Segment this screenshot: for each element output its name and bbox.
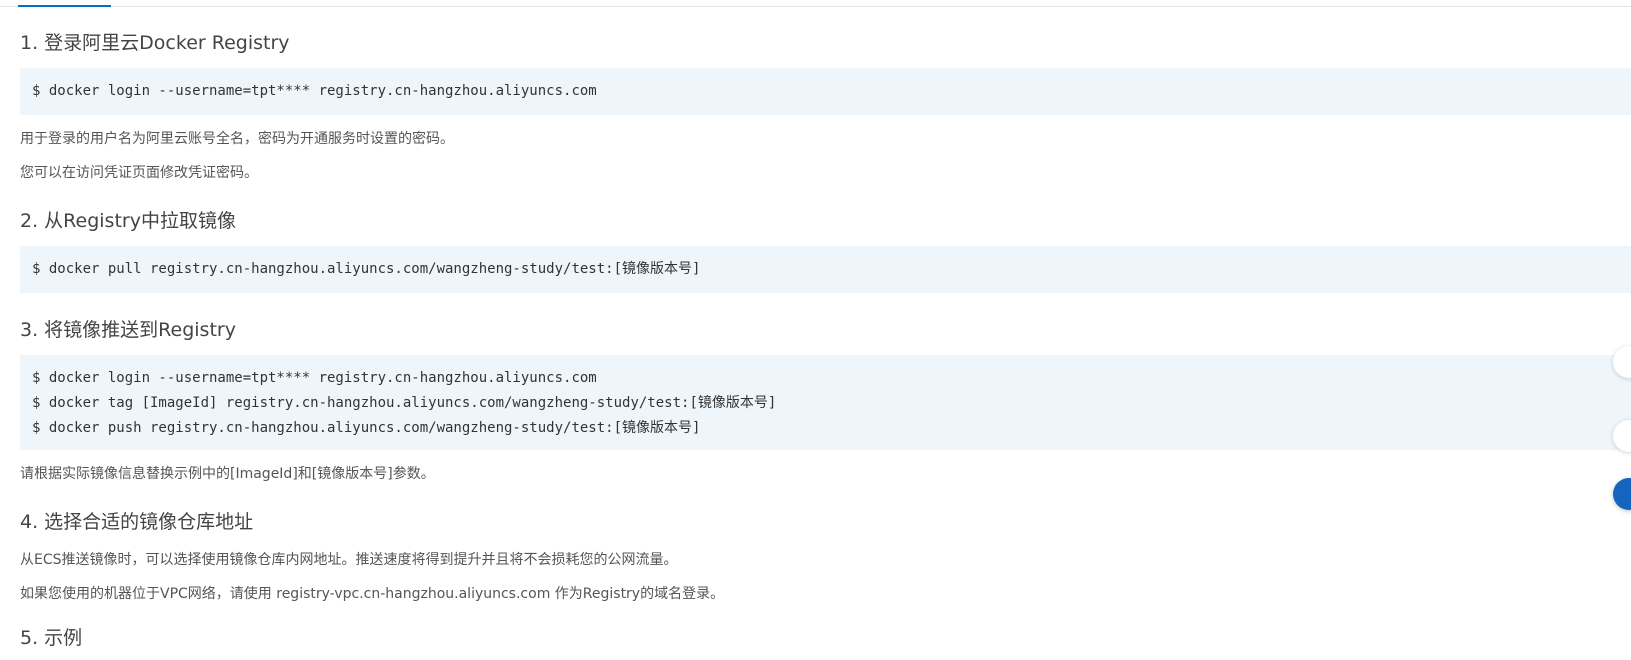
code-line: $ docker push registry.cn-hangzhou.aliyu… — [32, 420, 701, 436]
step-4-note: 从ECS推送镜像时，可以选择使用镜像仓库内网地址。推送速度将得到提升并且将不会损… — [20, 552, 678, 568]
step-2-heading: 2. 从Registry中拉取镜像 — [20, 210, 236, 232]
step-4-note: 如果您使用的机器位于VPC网络，请使用 registry-vpc.cn-hang… — [20, 586, 725, 602]
step-3-note: 请根据实际镜像信息替换示例中的[ImageId]和[镜像版本号]参数。 — [20, 466, 435, 482]
active-tab-indicator — [18, 5, 111, 7]
code-line: $ docker login --username=tpt**** regist… — [32, 83, 597, 99]
step-4-heading: 4. 选择合适的镜像仓库地址 — [20, 511, 254, 533]
floating-help-button[interactable] — [1613, 478, 1631, 510]
step-3-heading: 3. 将镜像推送到Registry — [20, 319, 236, 341]
code-line: $ docker tag [ImageId] registry.cn-hangz… — [32, 395, 777, 411]
code-line: $ docker pull registry.cn-hangzhou.aliyu… — [32, 261, 701, 277]
code-line: $ docker login --username=tpt**** regist… — [32, 370, 597, 386]
step-1-heading: 1. 登录阿里云Docker Registry — [20, 32, 290, 54]
tab-bar-divider — [0, 6, 1631, 7]
step-1-note: 用于登录的用户名为阿里云账号全名，密码为开通服务时设置的密码。 — [20, 131, 454, 147]
step-1-note: 您可以在访问凭证页面修改凭证密码。 — [20, 165, 258, 181]
step-5-heading: 5. 示例 — [20, 627, 83, 649]
step-1-code-block: $ docker login --username=tpt**** regist… — [20, 68, 1631, 115]
step-3-code-block: $ docker login --username=tpt**** regist… — [20, 355, 1631, 450]
step-2-code-block: $ docker pull registry.cn-hangzhou.aliyu… — [20, 246, 1631, 293]
